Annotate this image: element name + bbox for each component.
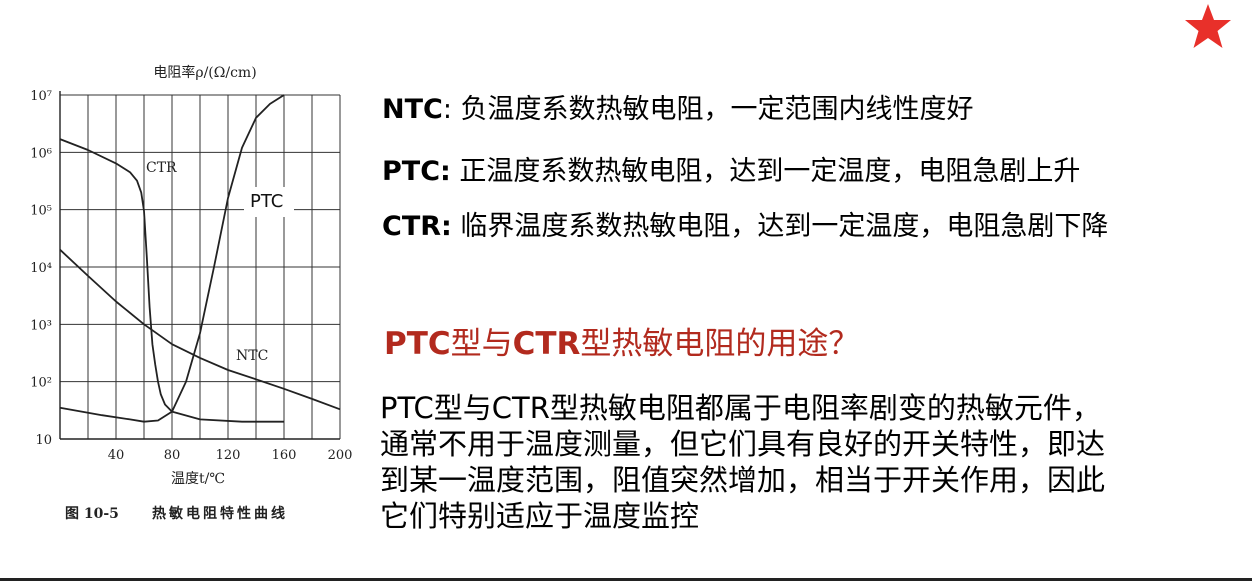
chart-y-ticks: 10 10² 10³ 10⁴ 10⁵ 10⁶ 10⁷ [30,89,52,448]
ctr-term: CTR: [382,211,452,242]
question-ptc: PTC [384,326,451,362]
question-ctr: CTR [512,326,581,362]
resistivity-chart: 电阻率ρ/(Ω/cm) 10 10² 10³ 10⁴ 10⁵ 10⁶ 10⁷ 40 80 120… [30,64,353,522]
x-tick-label: 80 [164,448,181,463]
chart-caption-text: 热敏电阻特性曲线 [152,505,288,522]
ptc-description: PTC: 正温度系数热敏电阻，达到一定温度，电阻急剧上升 [382,155,1080,189]
paragraph-line: PTC型与CTR型热敏电阻都属于电阻率剧变的热敏元件， [380,391,1101,425]
bottom-divider [0,578,1252,581]
ptc-curve-label: PTC [250,191,283,212]
x-tick-label: 120 [216,448,241,463]
x-tick-label: 40 [108,448,125,463]
ptc-term: PTC: [382,156,451,187]
star-icon [1185,4,1231,48]
ntc-definition: : 负温度系数热敏电阻，一定范围内线性度好 [442,94,974,125]
chart-caption-number: 图 10-5 [65,506,119,522]
ntc-description: NTC: 负温度系数热敏电阻，一定范围内线性度好 [382,93,974,127]
ntc-curve-label: NTC [236,348,268,364]
chart-y-axis-label: 电阻率ρ/(Ω/cm) [153,64,256,81]
question-tail: 型热敏电阻的用途？ [580,326,860,362]
ntc-term: NTC [382,94,443,125]
x-tick-label: 160 [272,448,297,463]
curve-labels: CTR PTC NTC [146,160,294,364]
y-tick-label: 10 [35,433,52,448]
y-tick-label: 10³ [30,318,52,333]
chart-x-axis-label: 温度t/℃ [171,471,225,487]
usage-question-heading: PTC型与CTR型热敏电阻的用途？ [384,318,859,363]
question-connector: 型与 [450,326,513,362]
y-tick-label: 10⁴ [30,261,52,276]
ctr-description: CTR: 临界温度系数热敏电阻，达到一定温度，电阻急剧下降 [382,210,1108,244]
ctr-definition: 临界温度系数热敏电阻，达到一定温度，电阻急剧下降 [451,211,1109,242]
paragraph-line: 到某一温度范围，阻值突然增加，相当于开关作用，因此 [380,463,1106,497]
ptc-definition: 正温度系数热敏电阻，达到一定温度，电阻急剧上升 [450,156,1081,187]
y-tick-label: 10² [30,376,52,391]
x-tick-label: 200 [328,448,353,463]
paragraph-line: 它们特别适应于温度监控 [380,499,700,533]
usage-paragraph: PTC型与CTR型热敏电阻都属于电阻率剧变的热敏元件， 通常不用于温度测量，但它… [380,390,1240,534]
paragraph-line: 通常不用于温度测量，但它们具有良好的开关特性，即达 [380,427,1106,461]
y-tick-label: 10⁷ [30,89,52,104]
chart-grid [60,94,341,439]
y-tick-label: 10⁶ [30,146,52,161]
y-tick-label: 10⁵ [30,204,52,219]
chart-x-ticks: 40 80 120 160 200 [108,448,353,463]
ctr-curve-label: CTR [146,160,177,176]
